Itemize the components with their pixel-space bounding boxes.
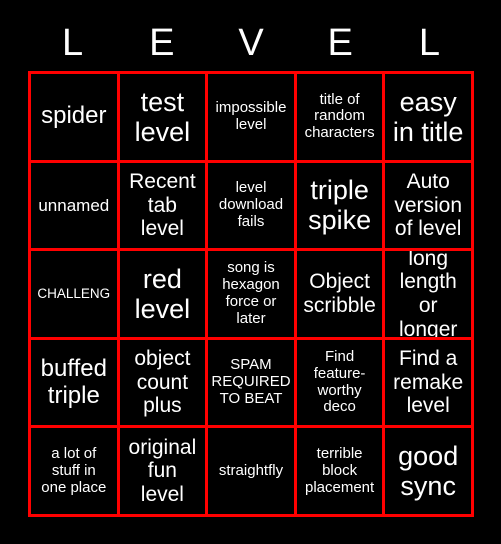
bingo-cell[interactable]: triple spike	[296, 162, 386, 252]
bingo-cell-label: red level	[134, 263, 191, 324]
bingo-cell[interactable]: easy in title	[385, 74, 474, 163]
bingo-cell[interactable]: original fun level	[119, 428, 209, 517]
bingo-cell-label: title of random characters	[304, 91, 375, 142]
bingo-cell[interactable]: Find a remake level	[385, 339, 474, 429]
bingo-cell-label: Find feature- worthy deco	[313, 349, 366, 416]
bingo-cell-label: SPAM REQUIRED TO BEAT	[211, 357, 291, 407]
bingo-cell-label: Object scribble	[303, 270, 376, 317]
bingo-cell-label: good sync	[398, 440, 459, 502]
bingo-cell-label: test level	[134, 86, 191, 147]
bingo-cell-label: Find a remake level	[393, 347, 464, 418]
header-letter-4: E	[327, 22, 353, 64]
bingo-cell[interactable]: level download fails	[208, 162, 297, 252]
bingo-cell[interactable]: unnamed	[31, 162, 120, 252]
bingo-cell[interactable]: red level	[119, 251, 209, 340]
bingo-cell-label: straightfly	[218, 462, 284, 479]
bingo-cell[interactable]: CHALLENG	[31, 251, 120, 340]
header-letter-5: L	[418, 22, 440, 64]
bingo-cell[interactable]: long length or longer	[385, 251, 474, 340]
bingo-cell[interactable]: Recent tab level	[119, 162, 209, 252]
bingo-cell[interactable]: title of random characters	[296, 74, 386, 163]
bingo-cell[interactable]: straightfly	[208, 428, 297, 517]
bingo-cell-label: level download fails	[218, 180, 284, 230]
bingo-cell-label: triple spike	[308, 175, 372, 236]
bingo-cell-label: long length or longer	[398, 251, 458, 340]
bingo-cell-label: CHALLENG	[37, 286, 111, 302]
header-letter-1: L	[62, 22, 84, 64]
bingo-cell-label: original fun level	[128, 435, 197, 506]
bingo-cell[interactable]: Find feature- worthy deco	[296, 339, 386, 429]
bingo-cell[interactable]: buffed triple	[31, 339, 120, 429]
bingo-cell-label: terrible block placement	[304, 445, 375, 496]
bingo-cell[interactable]: Object scribble	[296, 251, 386, 340]
bingo-cell[interactable]: song is hexagon force or later	[208, 251, 297, 340]
bingo-cell[interactable]: impossible level	[208, 74, 297, 163]
bingo-cell-label: easy in title	[392, 86, 464, 147]
bingo-cell-label: Recent tab level	[129, 170, 196, 241]
bingo-cell-label: spider	[41, 103, 107, 130]
bingo-header: L E V E L	[28, 18, 474, 68]
bingo-cell[interactable]: test level	[119, 74, 209, 163]
bingo-cell-label: unnamed	[38, 195, 110, 215]
bingo-grid: spider test level impossible level title of…	[28, 71, 474, 517]
bingo-cell[interactable]: a lot of stuff in one place	[31, 428, 120, 517]
header-letter-3: V	[238, 22, 264, 64]
bingo-cell[interactable]: object count plus	[119, 339, 209, 429]
bingo-cell[interactable]: good sync	[385, 428, 474, 517]
bingo-cell-label: a lot of stuff in one place	[41, 445, 107, 496]
bingo-cell-label: object count plus	[134, 347, 191, 418]
bingo-cell-label: song is hexagon force or later	[222, 260, 280, 327]
bingo-cell[interactable]: SPAM REQUIRED TO BEAT	[208, 339, 297, 429]
bingo-card: L E V E L spider test level impossible lev…	[0, 0, 501, 544]
bingo-cell-label: impossible level	[215, 100, 287, 133]
bingo-cell[interactable]: Auto version of level	[385, 162, 474, 252]
bingo-cell[interactable]: terrible block placement	[296, 428, 386, 517]
header-letter-2: E	[149, 22, 175, 64]
bingo-cell-label: buffed triple	[40, 355, 107, 409]
bingo-cell[interactable]: spider	[31, 74, 120, 163]
bingo-cell-label: Auto version of level	[394, 170, 463, 241]
